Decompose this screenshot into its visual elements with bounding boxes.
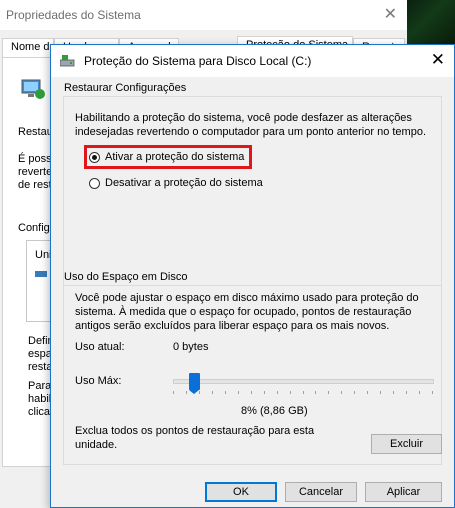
max-usage-label: Uso Máx: [75, 375, 122, 387]
system-protection-dialog: Proteção do Sistema para Disco Local (C:… [50, 44, 455, 508]
cancel-button[interactable]: Cancelar [285, 482, 357, 502]
tab-computer-name[interactable]: Nome do Computador [2, 38, 54, 57]
background-window-title: Propriedades do Sistema [6, 8, 141, 22]
bg-fragment: reverte [18, 166, 53, 178]
slider-tick [198, 391, 200, 394]
disable-protection-option[interactable]: Desativar a proteção do sistema [89, 175, 263, 191]
bg-fragment: Restau [18, 126, 53, 138]
enable-protection-option[interactable]: Ativar a proteção do sistema [89, 149, 244, 165]
slider-tick [315, 391, 317, 394]
slider-tick [302, 391, 304, 394]
slider-tick [211, 391, 213, 394]
slider-tick [224, 391, 226, 394]
slider-tick [341, 391, 343, 394]
ok-button[interactable]: OK [205, 482, 277, 502]
background-titlebar: Propriedades do Sistema ✕ [0, 0, 407, 30]
slider-tick [419, 391, 421, 394]
desktop-background [407, 0, 455, 48]
max-usage-value: 8% (8,86 GB) [241, 405, 308, 417]
drive-icon [35, 271, 47, 277]
slider-tick [354, 391, 356, 394]
bg-fragment: Para [28, 380, 52, 392]
radio-checked-icon[interactable] [89, 151, 100, 163]
disable-protection-label: Desativar a proteção do sistema [105, 177, 263, 189]
disk-usage-description: Você pode ajustar o espaço em disco máxi… [75, 292, 419, 332]
bg-fragment: É poss [18, 153, 52, 165]
max-usage-slider-track[interactable] [173, 379, 434, 384]
current-usage-label: Uso atual: [75, 341, 125, 353]
current-usage-value: 0 bytes [173, 341, 209, 353]
bg-fragment: resta [28, 361, 53, 373]
slider-tick [185, 391, 187, 394]
slider-tick [432, 391, 433, 394]
slider-tick [237, 391, 239, 394]
slider-tick [173, 391, 174, 394]
restore-settings-label: Restaurar Configurações [64, 82, 187, 94]
dialog-title: Proteção do Sistema para Disco Local (C:… [84, 54, 312, 68]
slider-tick [367, 391, 369, 394]
slider-tick [406, 391, 408, 394]
close-icon[interactable]: ✕ [431, 50, 445, 70]
delete-button[interactable]: Excluir [371, 434, 442, 454]
computer-shield-icon [21, 79, 45, 99]
apply-button[interactable]: Aplicar [365, 482, 442, 502]
slider-tick [393, 391, 395, 394]
dialog-titlebar: Proteção do Sistema para Disco Local (C:… [51, 45, 454, 77]
max-usage-slider-thumb[interactable] [188, 373, 200, 394]
enable-protection-label: Ativar a proteção do sistema [105, 151, 245, 163]
slider-tick [328, 391, 330, 394]
slider-tick [380, 391, 382, 394]
drive-icon [60, 55, 75, 67]
slider-ticks [173, 391, 434, 395]
radio-unchecked-icon[interactable] [89, 177, 100, 189]
restore-description: Habilitando a proteção do sistema, você … [75, 112, 426, 138]
delete-description: Exclua todos os pontos de restauração pa… [75, 425, 315, 451]
background-close-icon[interactable]: ✕ [384, 4, 397, 24]
bg-fragment: espa [28, 348, 52, 360]
disk-usage-label: Uso do Espaço em Disco [64, 271, 192, 283]
slider-tick [263, 391, 265, 394]
slider-tick [276, 391, 278, 394]
slider-tick [250, 391, 252, 394]
slider-tick [289, 391, 291, 394]
